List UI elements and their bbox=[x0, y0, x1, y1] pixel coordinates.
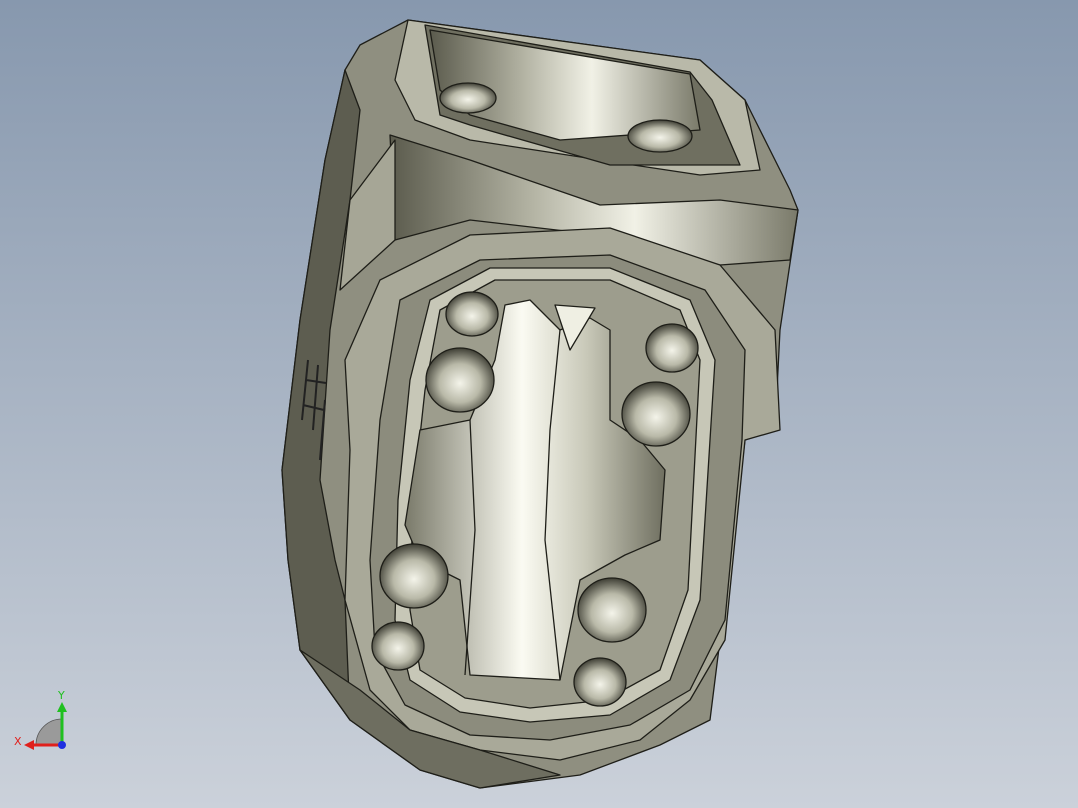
model-canvas[interactable]: X Y bbox=[0, 0, 1078, 808]
x-axis-label: X bbox=[14, 735, 22, 748]
3d-viewport[interactable]: X Y bbox=[0, 0, 1078, 808]
y-axis-label: Y bbox=[57, 689, 65, 702]
hole-mid-left bbox=[425, 347, 495, 413]
hole-bottom-right bbox=[573, 657, 627, 707]
z-axis-dot bbox=[58, 741, 66, 749]
top-hole-right bbox=[627, 119, 693, 153]
hole-low-left bbox=[379, 543, 449, 609]
hole-mid-right bbox=[621, 381, 691, 447]
hole-bottom-left bbox=[371, 621, 425, 671]
hole-low-right bbox=[577, 577, 647, 643]
hole-top-left bbox=[445, 291, 499, 337]
hole-top-right bbox=[645, 323, 699, 373]
top-hole-left bbox=[439, 82, 497, 114]
